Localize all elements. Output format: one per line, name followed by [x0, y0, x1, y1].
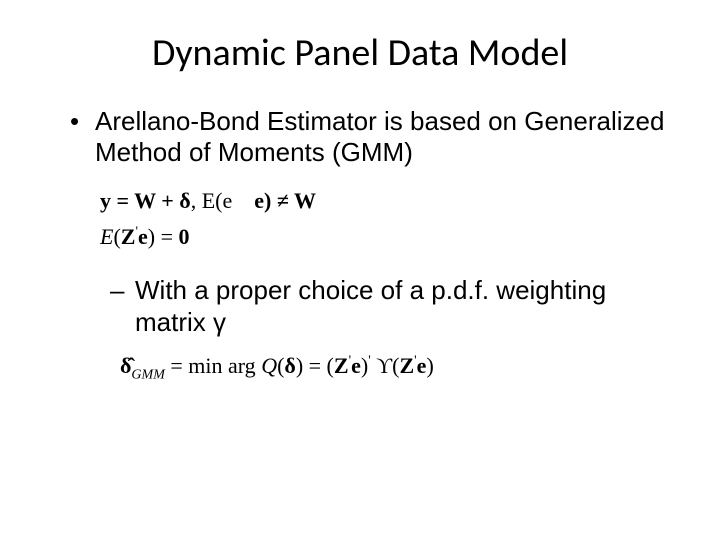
equation-2: E(Z'e) = 0: [100, 224, 670, 250]
eq2-E: E: [100, 224, 113, 249]
eq3-mid: = min arg: [165, 353, 261, 378]
equation-3: δ̂GMM = min arg Q(δ) = (Z'e)' ϒ(Z'e): [120, 353, 670, 383]
eq3-upsilon: ϒ: [371, 353, 392, 378]
eq1-part1: y = W + δ: [100, 188, 191, 213]
eq2-zero: 0: [179, 224, 190, 249]
slide-title: Dynamic Panel Data Model: [50, 30, 670, 76]
eq2-Z: Z: [121, 224, 136, 249]
eq1-part2: , E(e: [191, 188, 233, 213]
main-bullet: Arellano-Bond Estimator is based on Gene…: [70, 106, 670, 168]
eq3-delta: δ̂: [120, 353, 131, 378]
eq1-part3: e) ≠ W: [254, 188, 316, 213]
eq3-gmm-sub: GMM: [131, 367, 164, 382]
sub-bullet: With a proper choice of a p.d.f. weighti…: [110, 275, 670, 337]
equation-1: y = W + δ, E(e e) ≠ W: [100, 188, 670, 214]
eq2-e: e: [138, 224, 148, 249]
